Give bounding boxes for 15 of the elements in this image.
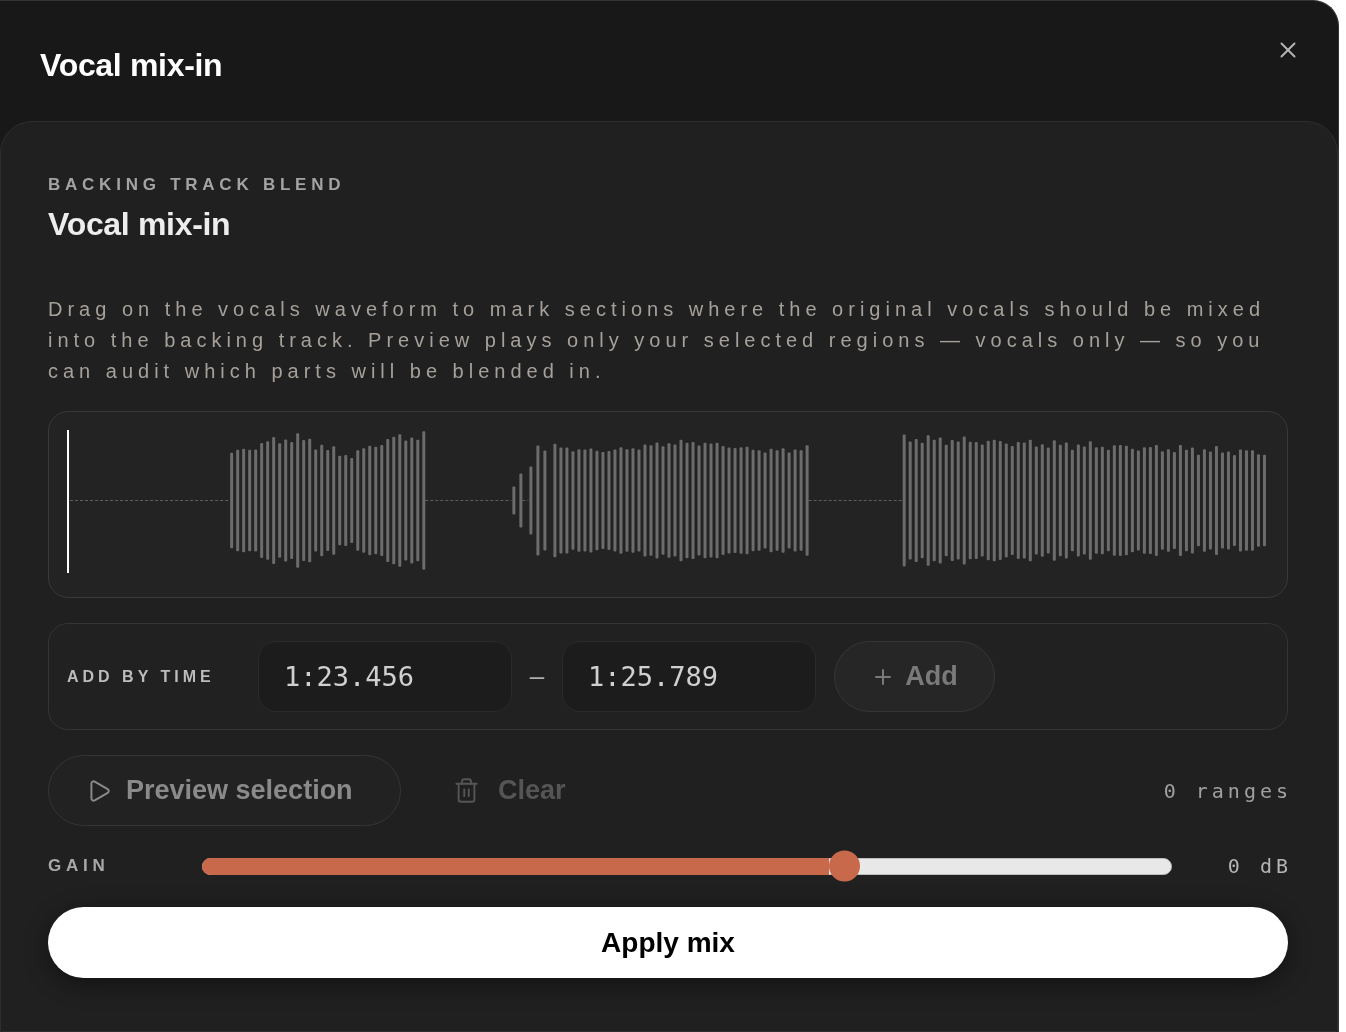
dialog-title: Vocal mix-in (40, 46, 223, 85)
add-by-time-label: ADD BY TIME (67, 666, 216, 687)
gain-slider-thumb[interactable] (828, 850, 860, 882)
card-eyebrow: BACKING TRACK BLEND (48, 174, 347, 196)
add-button[interactable]: Add (834, 641, 995, 712)
card-title: Vocal mix-in (48, 205, 232, 244)
gain-label: GAIN (48, 855, 111, 878)
apply-mix-button[interactable]: Apply mix (48, 907, 1288, 978)
range-separator: – (528, 660, 546, 693)
end-time-field[interactable]: 1:25.789 (562, 641, 816, 712)
start-time-field[interactable]: 1:23.456 (258, 641, 512, 712)
description-text: Drag on the vocals waveform to mark sections where the original vocals should be mixed into the backing track. Preview plays only your selected regions — vocals only — so you can audit which parts will be blended in. (48, 297, 1267, 384)
range-count: 0 ranges (1163, 777, 1292, 805)
trash-icon (453, 777, 480, 804)
gain-reading: 0 dB (1226, 853, 1292, 880)
